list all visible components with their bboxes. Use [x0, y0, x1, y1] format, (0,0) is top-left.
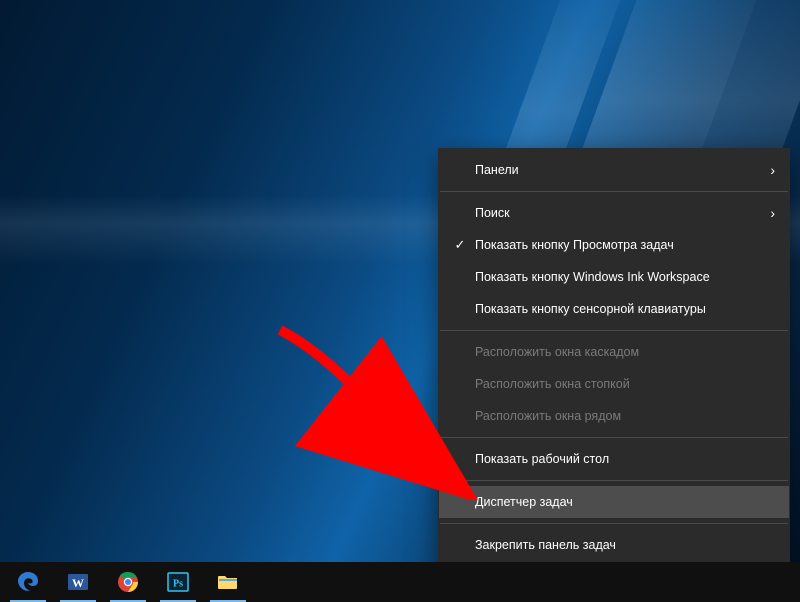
menu-item-label: Расположить окна стопкой [471, 377, 759, 391]
taskbar-app-explorer[interactable] [204, 562, 252, 602]
menu-item-task-manager[interactable]: Диспетчер задач [439, 486, 789, 518]
menu-item-label: Показать кнопку Windows Ink Workspace [471, 270, 759, 284]
menu-item-label: Поиск [471, 206, 759, 220]
menu-separator [440, 480, 788, 481]
menu-item-cascade: Расположить окна каскадом [439, 336, 789, 368]
chrome-icon [115, 569, 141, 595]
taskbar[interactable]: W Ps [0, 562, 800, 602]
menu-separator [440, 191, 788, 192]
svg-text:W: W [72, 576, 84, 590]
svg-text:Ps: Ps [173, 579, 183, 590]
taskbar-app-chrome[interactable] [104, 562, 152, 602]
menu-separator [440, 330, 788, 331]
menu-item-toolbars[interactable]: Панели › [439, 154, 789, 186]
menu-item-lock-taskbar[interactable]: Закрепить панель задач [439, 529, 789, 561]
checkmark-icon: ✓ [449, 237, 471, 253]
menu-item-label: Панели [471, 163, 759, 177]
chevron-right-icon: › [759, 163, 775, 177]
menu-item-label: Показать кнопку сенсорной клавиатуры [471, 302, 759, 316]
menu-item-search[interactable]: Поиск › [439, 197, 789, 229]
photoshop-icon: Ps [165, 569, 191, 595]
menu-item-label: Показать рабочий стол [471, 452, 759, 466]
edge-icon [15, 569, 41, 595]
menu-item-show-taskview[interactable]: ✓ Показать кнопку Просмотра задач [439, 229, 789, 261]
menu-item-label: Показать кнопку Просмотра задач [471, 238, 759, 252]
menu-item-sidebyside: Расположить окна рядом [439, 400, 789, 432]
taskbar-app-word[interactable]: W [54, 562, 102, 602]
word-icon: W [65, 569, 91, 595]
menu-item-label: Расположить окна каскадом [471, 345, 759, 359]
menu-separator [440, 437, 788, 438]
menu-item-show-desktop[interactable]: Показать рабочий стол [439, 443, 789, 475]
menu-item-show-touchkbd[interactable]: Показать кнопку сенсорной клавиатуры [439, 293, 789, 325]
taskbar-app-photoshop[interactable]: Ps [154, 562, 202, 602]
chevron-right-icon: › [759, 206, 775, 220]
menu-item-label: Закрепить панель задач [471, 538, 759, 552]
taskbar-context-menu: Панели › Поиск › ✓ Показать кнопку Просм… [438, 148, 790, 599]
menu-item-stack: Расположить окна стопкой [439, 368, 789, 400]
folder-icon [215, 569, 241, 595]
menu-item-label: Расположить окна рядом [471, 409, 759, 423]
menu-item-show-ink[interactable]: Показать кнопку Windows Ink Workspace [439, 261, 789, 293]
menu-separator [440, 523, 788, 524]
menu-item-label: Диспетчер задач [471, 495, 759, 509]
desktop[interactable]: Панели › Поиск › ✓ Показать кнопку Просм… [0, 0, 800, 602]
taskbar-app-edge[interactable] [4, 562, 52, 602]
